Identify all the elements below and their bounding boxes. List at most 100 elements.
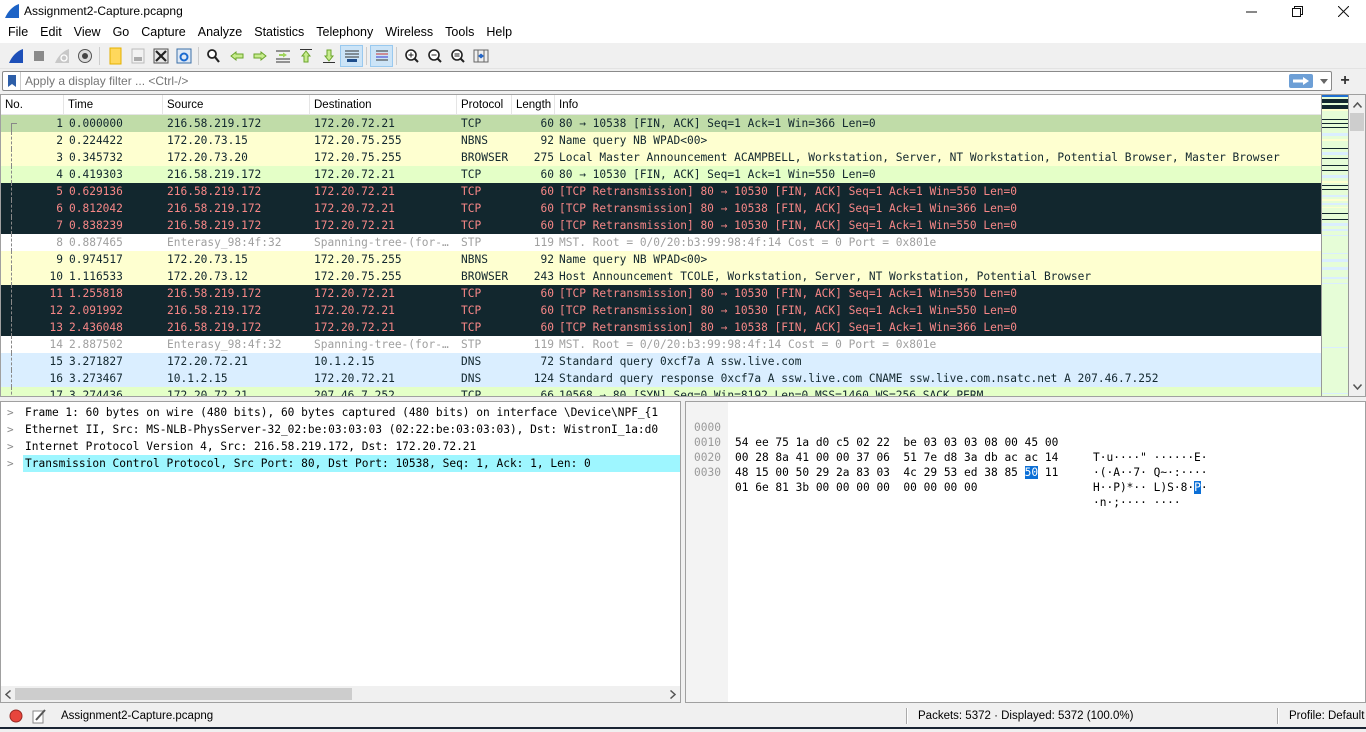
packet-row[interactable]: 17 3.274436 172.20.72.21 207.46.7.252 TCP 66 1… <box>1 387 1321 397</box>
expand-arrow-icon[interactable]: > <box>7 455 17 472</box>
cell-protocol: STP <box>461 338 482 351</box>
packet-row[interactable]: 16 3.273467 10.1.2.15 172.20.72.21 DNS 124 Sta… <box>1 370 1321 387</box>
cell-length: 60 <box>540 117 554 130</box>
column-header-info[interactable]: Info <box>555 95 1321 115</box>
restart-capture-button[interactable] <box>50 45 73 67</box>
save-file-button[interactable] <box>126 45 149 67</box>
packet-row[interactable]: 10 1.116533 172.20.73.12 172.20.75.255 BROWS… <box>1 268 1321 285</box>
filter-bookmark-button[interactable] <box>3 72 21 90</box>
status-profile[interactable]: Profile: Default <box>1289 705 1364 727</box>
scroll-thumb[interactable] <box>1350 113 1364 131</box>
go-forward-button[interactable] <box>248 45 271 67</box>
menu-tools[interactable]: Tools <box>439 22 480 43</box>
packet-row[interactable]: 5 0.629136 216.58.219.172 172.20.72.21 TCP 60… <box>1 183 1321 200</box>
packet-row[interactable]: 2 0.224422 172.20.73.15 172.20.75.255 NBNS 92… <box>1 132 1321 149</box>
scroll-right-button[interactable] <box>666 686 680 702</box>
reload-file-button[interactable] <box>172 45 195 67</box>
packet-row[interactable]: 8 0.887465 Enterasy_98:4f:32 Spanning-tree-… <box>1 234 1321 251</box>
column-header-destination[interactable]: Destination <box>310 95 457 115</box>
packet-row[interactable]: 11 1.255818 216.58.219.172 172.20.72.21 TCP 6… <box>1 285 1321 302</box>
display-filter-bar: + <box>0 70 1366 92</box>
close-file-button[interactable] <box>149 45 172 67</box>
close-button[interactable] <box>1320 0 1366 22</box>
display-filter-input[interactable] <box>21 74 1289 88</box>
resize-columns-button[interactable] <box>469 45 492 67</box>
cell-destination: 207.46.7.252 <box>314 389 395 397</box>
filter-history-dropdown[interactable] <box>1317 72 1331 90</box>
bytes-row: 0010 00 28 8a 41 00 00 37 06 51 7e d8 3a… <box>694 436 1208 479</box>
expand-arrow-icon[interactable]: > <box>7 438 17 455</box>
detail-item-ipv4[interactable]: > Internet Protocol Version 4, Src: 216.… <box>1 438 680 455</box>
bytes-row: 0000 54 ee 75 1a d0 c5 02 22 be 03 03 03… <box>694 421 1208 464</box>
packet-row-selected[interactable]: 1 0.000000 216.58.219.172 172.20.72.21 TCP 60… <box>1 115 1321 132</box>
packet-row[interactable]: 7 0.838239 216.58.219.172 172.20.72.21 TCP 60… <box>1 217 1321 234</box>
menu-analyze[interactable]: Analyze <box>192 22 248 43</box>
packet-row[interactable]: 14 2.887502 Enterasy_98:4f:32 Spanning-tree… <box>1 336 1321 353</box>
capture-options-button[interactable] <box>73 45 96 67</box>
colorize-button[interactable] <box>370 44 393 67</box>
menu-view[interactable]: View <box>68 22 107 43</box>
menu-telephony[interactable]: Telephony <box>310 22 379 43</box>
menu-file[interactable]: File <box>2 22 34 43</box>
last-packet-button[interactable] <box>317 45 340 67</box>
bytes-hex[interactable]: 48 15 00 50 29 2a 83 03 4c 29 53 ed 38 8… <box>735 465 1058 480</box>
detail-item-tcp[interactable]: > Transmission Control Protocol, Src Por… <box>1 455 680 472</box>
scroll-down-button[interactable] <box>1349 379 1365 395</box>
go-back-button[interactable] <box>225 45 248 67</box>
find-packet-button[interactable] <box>202 45 225 67</box>
zoom-out-button[interactable] <box>423 45 446 67</box>
zoom-in-button[interactable] <box>400 45 423 67</box>
column-header-length[interactable]: Length <box>512 95 555 115</box>
start-capture-button[interactable] <box>4 45 27 67</box>
expand-arrow-icon[interactable]: > <box>7 404 17 421</box>
minimap-mark <box>1322 199 1348 201</box>
packet-row[interactable]: 9 0.974517 172.20.73.15 172.20.75.255 NBNS 92… <box>1 251 1321 268</box>
menu-help[interactable]: Help <box>480 22 518 43</box>
first-packet-button[interactable] <box>294 45 317 67</box>
details-horizontal-scrollbar[interactable] <box>1 686 680 702</box>
menu-wireless[interactable]: Wireless <box>379 22 439 43</box>
bytes-hex[interactable]: 01 6e 81 3b 00 00 00 00 00 00 00 00 <box>735 480 978 495</box>
detail-item-frame[interactable]: > Frame 1: 60 bytes on wire (480 bits), … <box>1 404 680 421</box>
edit-comment-button[interactable] <box>32 708 46 724</box>
packet-row[interactable]: 13 2.436048 216.58.219.172 172.20.72.21 TCP 6… <box>1 319 1321 336</box>
column-header-source[interactable]: Source <box>163 95 310 115</box>
minimap-mark <box>1322 189 1348 190</box>
apply-filter-button[interactable] <box>1289 74 1313 88</box>
detail-item-ethernet[interactable]: > Ethernet II, Src: MS-NLB-PhysServer-32… <box>1 421 680 438</box>
scroll-up-button[interactable] <box>1349 97 1365 113</box>
stop-capture-button[interactable] <box>27 45 50 67</box>
add-filter-button-button[interactable]: + <box>1336 70 1354 92</box>
packet-row[interactable]: 6 0.812042 216.58.219.172 172.20.72.21 TCP 60… <box>1 200 1321 217</box>
packet-row[interactable]: 4 0.419303 216.58.219.172 172.20.72.21 TCP 60… <box>1 166 1321 183</box>
menu-capture[interactable]: Capture <box>135 22 191 43</box>
scroll-left-button[interactable] <box>1 686 15 702</box>
cell-time: 1.255818 <box>69 287 123 300</box>
capture-status-indicator[interactable] <box>9 709 23 723</box>
menu-statistics[interactable]: Statistics <box>248 22 310 43</box>
menu-edit[interactable]: Edit <box>34 22 68 43</box>
menu-go[interactable]: Go <box>107 22 136 43</box>
packet-list-vertical-scrollbar[interactable] <box>1349 95 1365 396</box>
cell-time: 0.000000 <box>69 117 123 130</box>
packet-row[interactable]: 3 0.345732 172.20.73.20 172.20.75.255 BROWSE… <box>1 149 1321 166</box>
packet-minimap[interactable] <box>1321 95 1349 396</box>
packet-row[interactable]: 15 3.271827 172.20.72.21 10.1.2.15 DNS 72 Stan… <box>1 353 1321 370</box>
bytes-ascii[interactable]: ·n·;···· ···· <box>1093 495 1181 510</box>
column-header-no[interactable]: No. <box>1 95 64 115</box>
minimap-mark <box>1322 127 1348 128</box>
column-header-protocol[interactable]: Protocol <box>457 95 512 115</box>
bytes-ascii[interactable]: H··P)*·· L)S·8·P· <box>1093 480 1208 495</box>
packet-row[interactable]: 12 2.091992 216.58.219.172 172.20.72.21 TCP 6… <box>1 302 1321 319</box>
cell-info: [TCP Retransmission] 80 → 10530 [FIN, AC… <box>559 185 1018 198</box>
open-file-button[interactable] <box>103 45 126 67</box>
column-header-time[interactable]: Time <box>64 95 163 115</box>
restore-button[interactable] <box>1274 0 1320 22</box>
normal-size-button[interactable] <box>446 45 469 67</box>
expand-arrow-icon[interactable]: > <box>7 421 17 438</box>
go-to-packet-button[interactable] <box>271 45 294 67</box>
minimize-button[interactable] <box>1228 0 1274 22</box>
bytes-ascii[interactable]: ·(·A··7· Q~·:···· <box>1093 465 1208 480</box>
autoscroll-button[interactable] <box>340 44 363 67</box>
horizontal-scroll-thumb[interactable] <box>15 688 352 700</box>
